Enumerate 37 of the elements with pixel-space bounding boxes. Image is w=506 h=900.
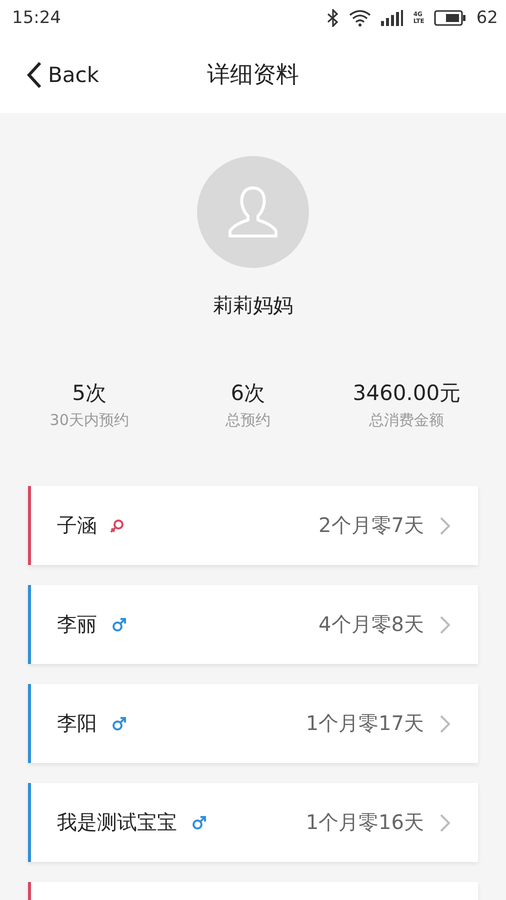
stat-label: 总预约: [225, 411, 270, 430]
child-age: 4个月零8天: [318, 611, 424, 638]
child-age: 1个月零17天: [306, 710, 424, 737]
stat-label: 总消费金额: [369, 411, 444, 430]
stat-value: 3460.00元: [352, 380, 461, 407]
child-card[interactable]: 我是测试宝宝 1个月零16天: [28, 783, 478, 862]
person-icon: [227, 185, 279, 239]
chevron-left-icon: [26, 60, 42, 88]
male-icon: [111, 616, 127, 632]
female-icon: [109, 518, 125, 534]
page-title: 详细资料: [207, 61, 299, 90]
stat-label: 30天内预约: [50, 411, 129, 430]
bluetooth-icon: [327, 9, 340, 27]
male-icon: [111, 716, 127, 732]
child-card[interactable]: 李阳 1个月零17天: [28, 684, 478, 763]
child-name: 李丽: [57, 611, 97, 638]
child-age: 1个月零16天: [306, 809, 424, 836]
chevron-right-icon: [440, 616, 450, 634]
battery-icon: [434, 10, 466, 26]
back-button[interactable]: Back: [0, 60, 99, 88]
chevron-right-icon: [440, 814, 450, 832]
wifi-icon: [349, 9, 372, 27]
child-card[interactable]: 李丽 4个月零8天: [28, 585, 478, 664]
status-time: 15:24: [12, 8, 61, 28]
stat-value: 6次: [230, 380, 266, 407]
male-icon: [191, 814, 207, 830]
stat-value: 5次: [72, 380, 107, 407]
child-name: 我是测试宝宝: [57, 809, 177, 836]
child-name: 李阳: [57, 710, 97, 737]
battery-level: 62: [476, 8, 498, 28]
child-card[interactable]: 子涵 2个月零7天: [28, 486, 478, 565]
child-age: 2个月零7天: [318, 512, 424, 539]
signal-icon: [381, 10, 404, 26]
chevron-right-icon: [440, 714, 450, 732]
child-name: 子涵: [57, 512, 97, 539]
profile-name: 莉莉妈妈: [213, 292, 293, 319]
chevron-right-icon: [440, 516, 450, 534]
